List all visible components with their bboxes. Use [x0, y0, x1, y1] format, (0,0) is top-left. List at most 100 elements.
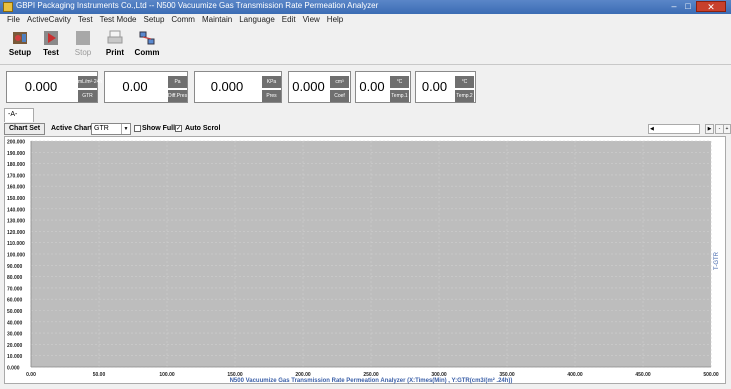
auto-scroll-label: Auto Scrol — [185, 125, 221, 132]
y-tick-label: 40.000 — [7, 320, 23, 326]
temp1-readout: 0.00 °C Temp.1 — [355, 71, 411, 103]
pressure-unit: KPa — [262, 76, 281, 88]
active-chart-select[interactable]: GTR ▼ — [91, 123, 131, 135]
x-tick-label: 450.00 — [635, 372, 651, 378]
gtr-unit: mL/m²·24h — [78, 76, 102, 88]
temp1-value: 0.00 — [356, 72, 388, 102]
minimize-button[interactable]: – — [668, 1, 680, 12]
stop-button[interactable]: Stop — [68, 30, 98, 62]
maximize-button[interactable]: □ — [682, 1, 694, 12]
y-tick-label: 10.000 — [7, 354, 23, 360]
app-icon — [3, 2, 13, 12]
diff-pressure-label: Diff.Pres — [168, 90, 187, 102]
y-tick-label: 90.000 — [7, 264, 23, 270]
pressure-value: 0.000 — [195, 72, 259, 102]
temp1-label: Temp.1 — [390, 90, 409, 102]
chevron-down-icon: ▼ — [121, 124, 130, 134]
y-tick-label: 80.000 — [7, 275, 23, 281]
y-tick-label: 100.000 — [7, 253, 25, 259]
chart-title: N500 Vacuumize Gas Transmission Rate Per… — [230, 377, 513, 384]
x-tick-label: 100.00 — [159, 372, 175, 378]
menu-comm[interactable]: Comm — [171, 14, 195, 26]
diff-pressure-readout: 0.00 Pa Diff.Pres — [104, 71, 188, 103]
x-tick-label: 50.00 — [93, 372, 106, 378]
comm-button[interactable]: Comm — [132, 30, 162, 62]
temp2-value: 0.00 — [416, 72, 453, 102]
diff-pressure-value: 0.00 — [105, 72, 165, 102]
y-tick-label: 150.000 — [7, 196, 25, 202]
readings-panel: 0.000 mL/m²·24h GTR 0.00 Pa Diff.Pres 0.… — [0, 66, 731, 106]
temp2-label: Temp.2 — [455, 90, 474, 102]
show-full-label: Show Full — [142, 125, 176, 132]
test-button[interactable]: Test — [36, 30, 66, 62]
y-tick-label: 20.000 — [7, 343, 23, 349]
menu-file[interactable]: File — [7, 14, 20, 26]
menu-test[interactable]: Test — [78, 14, 93, 26]
right-axis-label: T-GTR — [714, 251, 720, 270]
menu-edit[interactable]: Edit — [282, 14, 296, 26]
coef-label: Coef — [330, 90, 349, 102]
menu-setup[interactable]: Setup — [143, 14, 164, 26]
toolbar-divider — [0, 64, 731, 65]
y-tick-label: 160.000 — [7, 185, 25, 191]
panel-tabs: -A- — [0, 106, 731, 122]
y-tick-label: 120.000 — [7, 230, 25, 236]
menu-activecavity[interactable]: ActiveCavity — [27, 14, 71, 26]
toolbar: Setup Test Stop Print Comm — [0, 27, 731, 63]
gtr-readout: 0.000 mL/m²·24h GTR — [6, 71, 102, 103]
pressure-label: Pres — [262, 90, 281, 102]
printer-icon — [107, 30, 123, 44]
scroll-right-button[interactable]: ▶ — [705, 124, 714, 134]
coef-value: 0.000 — [289, 72, 328, 102]
y-tick-label: 110.000 — [7, 241, 25, 247]
menu-language[interactable]: Language — [239, 14, 275, 26]
close-button[interactable]: ✕ — [696, 1, 726, 12]
network-icon — [139, 31, 155, 45]
menu-help[interactable]: Help — [327, 14, 343, 26]
y-tick-label: 60.000 — [7, 298, 23, 304]
temp1-unit: °C — [390, 76, 409, 88]
y-tick-label: 140.000 — [7, 207, 25, 213]
y-tick-label: 70.000 — [7, 286, 23, 292]
zoom-in-button[interactable]: + — [723, 124, 731, 134]
stop-icon — [76, 31, 90, 45]
y-tick-label: 30.000 — [7, 332, 23, 338]
scroll-left-icon: ◀ — [650, 126, 654, 132]
menu-maintain[interactable]: Maintain — [202, 14, 232, 26]
y-tick-label: 50.000 — [7, 309, 23, 315]
window-title: GBPI Packaging Instruments Co.,Ltd -- N5… — [16, 1, 379, 10]
gtr-value: 0.000 — [7, 72, 75, 102]
x-tick-label: 0.00 — [26, 372, 36, 378]
show-full-checkbox[interactable] — [134, 125, 141, 132]
menu-view[interactable]: View — [303, 14, 320, 26]
y-tick-label: 130.000 — [7, 219, 25, 225]
chart-controls: Chart Set Active Chart GTR ▼ Show Full ✓… — [0, 122, 731, 136]
active-chart-value: GTR — [94, 125, 109, 132]
chart-set-button[interactable]: Chart Set — [4, 123, 46, 135]
horizontal-scrollbar[interactable]: ◀ — [648, 124, 700, 134]
play-icon — [44, 31, 58, 45]
title-bar: GBPI Packaging Instruments Co.,Ltd -- N5… — [0, 0, 731, 14]
menu-bar: File ActiveCavity Test Test Mode Setup C… — [0, 14, 731, 26]
right-edge-strip — [726, 136, 731, 384]
active-chart-label: Active Chart — [51, 125, 93, 132]
gtr-chart[interactable]: 200.000 190.000 180.000 170.000 160.000 150.0… — [5, 137, 727, 385]
x-tick-label: 500.00 — [703, 372, 719, 378]
x-tick-label: 400.00 — [567, 372, 583, 378]
y-tick-label: 200.000 — [7, 140, 25, 146]
y-tick-label: 170.000 — [7, 173, 25, 179]
coef-unit: cm³ — [330, 76, 349, 88]
menu-test-mode[interactable]: Test Mode — [100, 14, 137, 26]
setup-button[interactable]: Setup — [5, 30, 35, 62]
temp2-readout: 0.00 °C Temp.2 — [415, 71, 476, 103]
auto-scroll-checkbox[interactable]: ✓ — [175, 125, 182, 132]
y-tick-label: 0.000 — [7, 366, 20, 372]
temp2-unit: °C — [455, 76, 474, 88]
pressure-readout: 0.000 KPa Pres — [194, 71, 282, 103]
chart-panel: 200.000 190.000 180.000 170.000 160.000 150.0… — [4, 136, 726, 384]
diff-pressure-unit: Pa — [168, 76, 187, 88]
setup-icon — [13, 32, 27, 44]
y-tick-label: 180.000 — [7, 162, 25, 168]
print-button[interactable]: Print — [100, 30, 130, 62]
tab-cavity-a[interactable]: -A- — [4, 108, 34, 122]
